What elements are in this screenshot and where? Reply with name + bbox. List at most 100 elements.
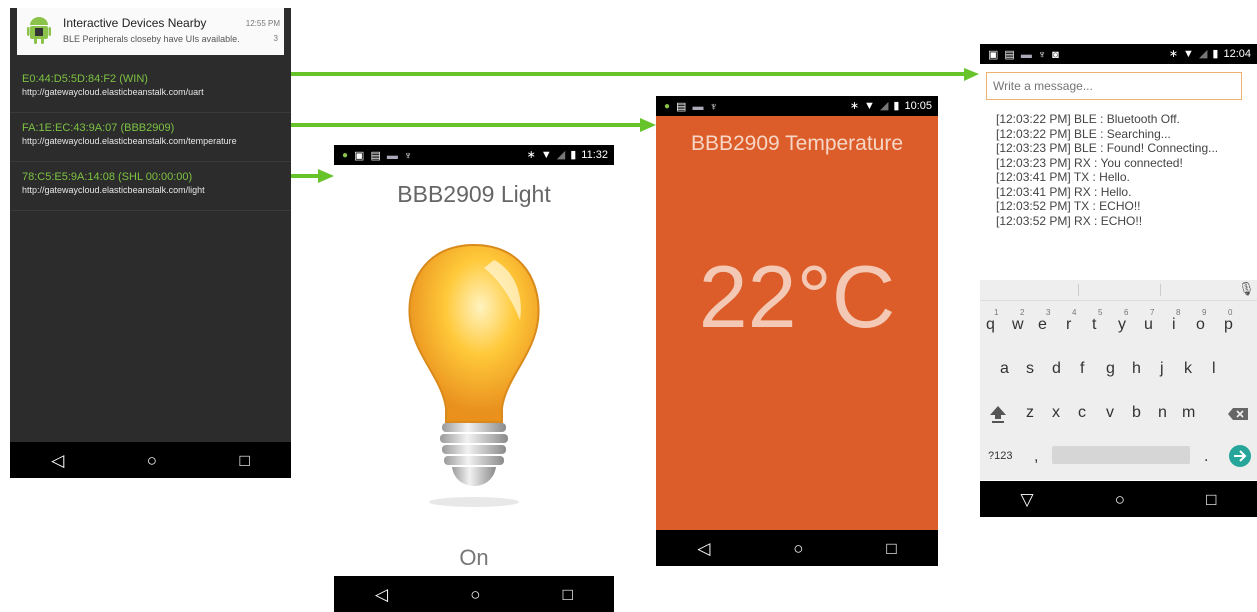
device-url: http://gatewaycloud.elasticbeanstalk.com…: [22, 136, 237, 146]
shift-icon[interactable]: [989, 404, 1007, 424]
back-icon[interactable]: ◁: [51, 452, 64, 469]
light-title: BBB2909 Light: [397, 181, 551, 207]
back-icon[interactable]: ◁: [697, 540, 710, 557]
wifi-icon: ▼: [540, 148, 552, 161]
key-t[interactable]: t: [1092, 316, 1096, 334]
key-l[interactable]: l: [1212, 360, 1216, 378]
bluetooth-icon: ∗: [1168, 48, 1179, 60]
nav-bar: ▽ ○ □: [980, 481, 1257, 517]
key-a[interactable]: a: [1000, 360, 1009, 378]
backspace-icon[interactable]: [1227, 407, 1249, 421]
wifi-icon: ▼: [864, 99, 875, 112]
key-g[interactable]: g: [1106, 360, 1115, 378]
key-h[interactable]: h: [1132, 360, 1141, 378]
key-period[interactable]: .: [1204, 448, 1208, 466]
log-line: [12:03:41 PM] TX : Hello.: [996, 170, 1130, 184]
status-time: 11:32: [581, 148, 608, 161]
status-time: 10:05: [904, 99, 932, 112]
device-address: FA:1E:EC:43:9A:07 (BBB2909): [22, 122, 175, 134]
key-q[interactable]: q: [986, 316, 995, 334]
signal-icon: ◢: [879, 100, 889, 112]
key-c[interactable]: c: [1078, 404, 1086, 422]
home-icon[interactable]: ○: [1115, 491, 1125, 508]
suggestion-strip: 🎙: [980, 280, 1257, 301]
device-item-uart[interactable]: E0:44:D5:5D:84:F2 (WIN) http://gatewaycl…: [10, 66, 291, 113]
bluetooth-icon: ∗: [849, 100, 860, 112]
recents-icon[interactable]: □: [239, 452, 249, 469]
log-line: [12:03:22 PM] BLE : Bluetooth Off.: [996, 112, 1180, 126]
device-url: http://gatewaycloud.elasticbeanstalk.com…: [22, 185, 205, 195]
notification-card[interactable]: Interactive Devices Nearby 12:55 PM BLE …: [17, 8, 284, 55]
log-line: [12:03:23 PM] BLE : Found! Connecting...: [996, 141, 1219, 155]
usb-icon: ♆: [403, 149, 413, 162]
key-x[interactable]: x: [1052, 404, 1060, 422]
android-icon: [27, 17, 51, 44]
temperature-value: 22°C: [698, 247, 896, 346]
recents-icon[interactable]: □: [563, 586, 573, 603]
key-d[interactable]: d: [1052, 360, 1061, 378]
key-m[interactable]: m: [1182, 404, 1195, 422]
key-n[interactable]: n: [1158, 404, 1167, 422]
message-input[interactable]: [986, 72, 1242, 100]
recents-icon[interactable]: □: [886, 540, 896, 557]
flag-icon: ▬: [692, 100, 704, 113]
key-p[interactable]: p: [1224, 316, 1233, 334]
notification-title: Interactive Devices Nearby: [63, 16, 207, 30]
download-icon: ▤: [370, 150, 381, 162]
home-icon[interactable]: ○: [147, 452, 157, 469]
key-j[interactable]: j: [1160, 360, 1164, 378]
key-e[interactable]: e: [1038, 316, 1047, 334]
flow-arrow-icon: [290, 68, 979, 81]
home-icon[interactable]: ○: [470, 586, 480, 603]
flow-arrow-icon: [290, 118, 656, 132]
flow-arrow-icon: [290, 169, 334, 183]
camera-icon: ◙: [1052, 48, 1059, 61]
notification-count: 3: [273, 34, 278, 43]
nav-bar: ◁ ○ □: [656, 530, 938, 566]
enter-icon[interactable]: [1228, 444, 1252, 468]
key-u[interactable]: u: [1144, 316, 1153, 334]
back-icon[interactable]: ▽: [1021, 491, 1034, 508]
key-k[interactable]: k: [1184, 360, 1192, 378]
battery-icon: ▮: [1212, 48, 1219, 60]
device-item-light[interactable]: 78:C5:E5:9A:14:08 (SHL 00:00:00) http://…: [10, 164, 291, 211]
space-bar[interactable]: [1052, 446, 1190, 464]
temperature-screen: ● ▤ ▬ ♆ ∗ ▼ ◢ ▮ 10:05 BBB2909 Temperature 22°C …: [656, 96, 938, 566]
log-line: [12:03:41 PM] RX : Hello.: [996, 184, 1132, 199]
notification-time: 12:55 PM: [245, 19, 280, 28]
android-icon: ●: [664, 101, 671, 112]
flag-icon: ▬: [1020, 48, 1032, 61]
download-icon: ▤: [1004, 49, 1015, 61]
log-line: [12:03:52 PM] RX : ECHO!!: [996, 213, 1143, 228]
battery-icon: ▮: [570, 149, 577, 161]
mic-icon[interactable]: 🎙: [1238, 281, 1255, 297]
key-y[interactable]: y: [1118, 316, 1126, 334]
status-bar: ● ▣ ▤ ▬ ♆ ∗ ▼ ◢ ▮ 11:32: [334, 145, 614, 165]
image-icon: ▣: [354, 150, 365, 162]
battery-icon: ▮: [893, 100, 900, 112]
flag-icon: ▬: [386, 149, 398, 162]
key-o[interactable]: o: [1196, 316, 1205, 334]
usb-icon: ♆: [1037, 48, 1047, 61]
key-f[interactable]: f: [1080, 360, 1084, 378]
key-z[interactable]: z: [1026, 404, 1034, 422]
keyboard: 🎙 1 2 3 4 5 6 7 8 9 0 q w e r t y u i o …: [980, 280, 1257, 480]
key-w[interactable]: w: [1012, 316, 1024, 334]
symbols-key[interactable]: ?123: [988, 450, 1012, 462]
message-log: [12:03:22 PM] BLE : Bluetooth Off. [12:0…: [996, 112, 1218, 228]
device-item-temperature[interactable]: FA:1E:EC:43:9A:07 (BBB2909) http://gatew…: [10, 115, 291, 162]
android-icon: ●: [342, 150, 349, 161]
recents-icon[interactable]: □: [1206, 491, 1216, 508]
key-comma[interactable]: ,: [1034, 448, 1038, 466]
key-i[interactable]: i: [1172, 316, 1176, 334]
light-screen: ● ▣ ▤ ▬ ♆ ∗ ▼ ◢ ▮ 11:32 BBB2909 Light On ◁ ○: [334, 145, 614, 612]
key-v[interactable]: v: [1106, 404, 1114, 422]
bluetooth-icon: ∗: [526, 149, 536, 161]
log-line: [12:03:22 PM] BLE : Searching...: [996, 126, 1171, 141]
key-s[interactable]: s: [1026, 360, 1034, 378]
temperature-title: BBB2909 Temperature: [690, 132, 904, 155]
key-r[interactable]: r: [1066, 316, 1071, 334]
home-icon[interactable]: ○: [793, 540, 803, 557]
key-b[interactable]: b: [1132, 404, 1141, 422]
back-icon[interactable]: ◁: [375, 586, 388, 603]
